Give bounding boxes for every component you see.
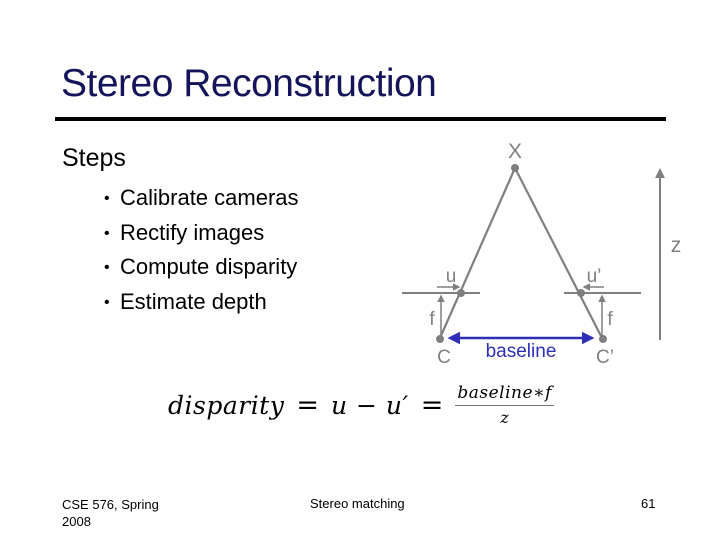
label-c: C — [437, 347, 451, 368]
formula-equals: = — [420, 389, 444, 421]
label-c-prime: C’ — [596, 347, 614, 368]
label-z: z — [671, 234, 682, 257]
formula-fraction: baseline∗f z — [455, 383, 554, 427]
label-u-prime: u’ — [587, 266, 602, 287]
label-u: u — [446, 266, 457, 287]
camera-center-c-prime — [599, 335, 607, 343]
formula-denominator: z — [500, 408, 509, 427]
projection-u — [457, 289, 465, 297]
point-x — [511, 164, 519, 172]
formula-equals: = — [296, 389, 319, 421]
footer-topic: Stereo matching — [310, 496, 405, 511]
page-number: 61 — [641, 496, 656, 511]
disparity-formula: disparity = u − u′ = baseline∗f z — [168, 383, 554, 427]
footer-course-line2: 2008 — [62, 514, 91, 529]
left-ray — [438, 167, 517, 339]
label-x: X — [508, 140, 522, 163]
formula-middle: u − u′ — [330, 390, 409, 420]
label-f-right: f — [607, 309, 613, 330]
formula-numerator: baseline∗f — [455, 383, 554, 406]
projection-u-prime — [577, 289, 585, 297]
footer-course: CSE 576, Spring 2008 — [62, 496, 182, 530]
footer-course-line1: CSE 576, Spring — [62, 497, 159, 512]
right-ray — [514, 167, 603, 339]
stereo-geometry-diagram: X z u u’ f f C C’ baseline — [402, 140, 682, 368]
label-f-left: f — [429, 309, 435, 330]
label-baseline: baseline — [486, 341, 557, 362]
camera-center-c — [436, 335, 444, 343]
formula-lhs: disparity — [168, 390, 285, 420]
